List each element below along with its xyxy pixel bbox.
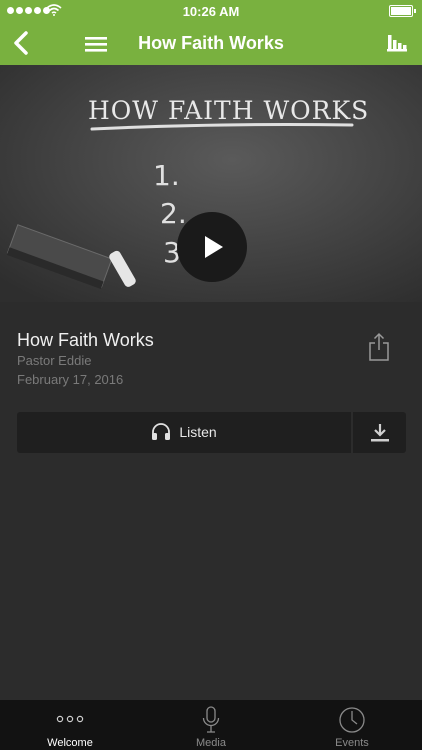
sermon-speaker: Pastor Eddie [17, 353, 92, 368]
battery-icon [389, 5, 416, 17]
back-chevron-icon[interactable] [10, 30, 32, 56]
sermon-date: February 17, 2016 [17, 372, 124, 387]
sermon-title: How Faith Works [17, 330, 154, 350]
bar-chart-icon[interactable] [386, 33, 408, 53]
play-button[interactable] [177, 212, 247, 282]
tab-bar: Welcome Media Events [0, 700, 422, 750]
clock-icon [339, 707, 365, 733]
chalk-list-item-1: 1. [153, 159, 180, 192]
status-time: 10:26 AM [182, 4, 240, 19]
download-button[interactable] [353, 412, 406, 453]
listen-label: Listen [179, 424, 217, 440]
share-icon[interactable] [368, 332, 390, 362]
download-icon [371, 424, 389, 442]
page-title: How Faith Works [138, 33, 284, 53]
sermon-info: How Faith Works Pastor Eddie February 17… [0, 302, 422, 412]
listen-row: Listen [17, 412, 406, 453]
tab-events[interactable]: Events [282, 700, 422, 750]
status-bar: 10:26 AM [0, 0, 422, 22]
tab-welcome[interactable]: Welcome [0, 700, 140, 750]
hamburger-menu-icon[interactable] [84, 34, 108, 54]
navigation-bar: How Faith Works [0, 22, 422, 65]
tab-media-label: Media [196, 737, 226, 749]
listen-button[interactable]: Listen [17, 412, 351, 453]
tab-welcome-label: Welcome [47, 737, 93, 749]
chalk-title-text: HOW FAITH WORKS [88, 96, 369, 125]
microphone-icon [202, 706, 220, 733]
tab-media[interactable]: Media [141, 700, 281, 750]
sermon-artwork: HOW FAITH WORKS 1. 2. 3. [0, 65, 422, 302]
ellipsis-icon [56, 715, 84, 723]
tab-events-label: Events [335, 737, 369, 749]
headphones-icon [152, 423, 171, 440]
play-icon [205, 236, 223, 258]
chalk-list-item-2: 2. [160, 197, 187, 230]
